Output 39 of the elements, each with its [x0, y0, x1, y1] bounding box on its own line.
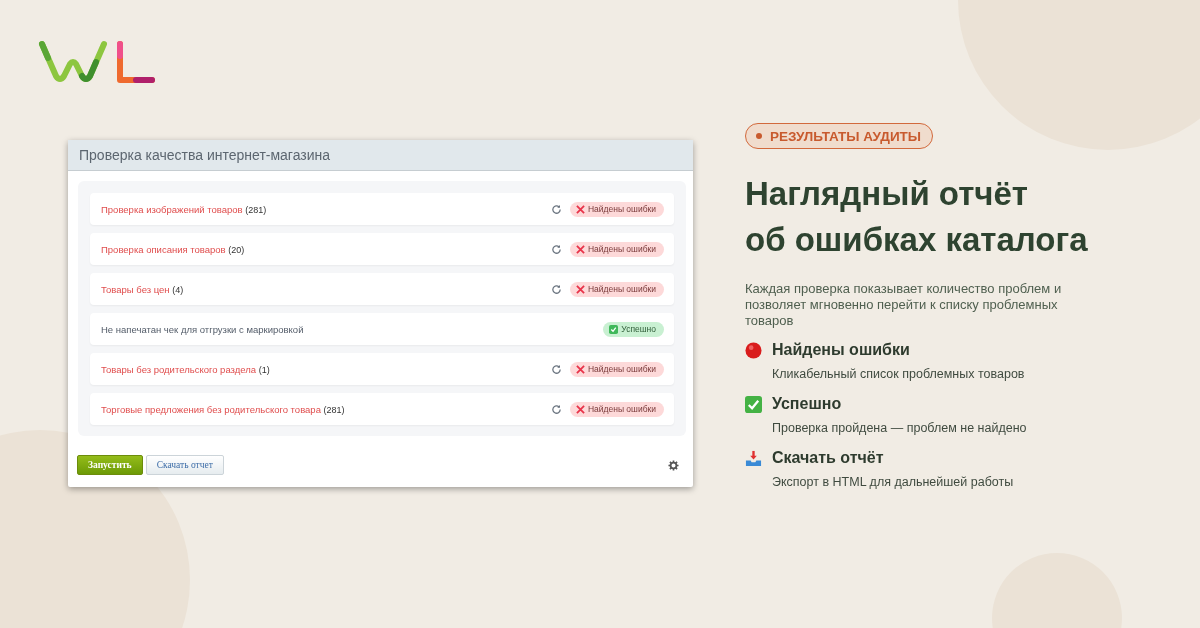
problem-count: (281) [323, 404, 345, 415]
headline: Наглядный отчёт [745, 174, 1029, 214]
badge-label: РЕЗУЛЬТАТЫ АУДИТЫ [770, 128, 922, 144]
problem-count: (20) [228, 244, 245, 255]
success-status-badge: Успешно [603, 321, 664, 337]
settings-icon[interactable] [668, 459, 679, 471]
error-status-badge: Найдены ошибки [569, 401, 664, 417]
legend-title: Найдены ошибки [772, 341, 911, 359]
error-status-badge: Найдены ошибки [569, 201, 664, 217]
problem-count: (1) [258, 364, 270, 375]
headline: об ошибках каталога [745, 220, 1088, 260]
problem-count: (4) [172, 284, 184, 295]
refresh-icon[interactable] [550, 363, 562, 375]
error-status-badge: Найдены ошибки [569, 361, 664, 377]
legend-text: Кликабельный список проблемных товаров [772, 367, 1026, 381]
check-link[interactable]: Проверка изображений товаров [101, 203, 243, 215]
legend-text: Проверка пройдена — проблем не найдено [772, 421, 1027, 435]
check-title: Не напечатан чек для отгрузки с маркировкой [101, 323, 304, 335]
refresh-icon[interactable] [550, 203, 562, 215]
check-link[interactable]: Проверка описания товаров [101, 243, 226, 255]
legend-title: Успешно [772, 395, 843, 413]
refresh-icon[interactable] [550, 403, 562, 415]
error-status-badge: Найдены ошибки [569, 281, 664, 297]
legend-text: Экспорт в HTML для дальнейшей работы [772, 475, 1015, 489]
refresh-icon[interactable] [550, 243, 562, 255]
description: Каждая проверка показывает количество проблем и позволяет мгновенно перейти к списку проблемных товаров [745, 281, 1063, 329]
check-link[interactable]: Торговые предложения без родительского товара [101, 403, 321, 415]
run-button[interactable]: Запустить [77, 455, 143, 475]
error-dot-icon [745, 341, 762, 359]
check-link[interactable]: Товары без родительского раздела [101, 363, 257, 375]
inbox-tray-icon [745, 449, 762, 467]
error-status-badge: Найдены ошибки [569, 241, 664, 257]
check-mark-icon [745, 395, 762, 413]
check-link[interactable]: Товары без цен [101, 283, 170, 295]
refresh-icon[interactable] [550, 283, 562, 295]
problem-count: (281) [245, 204, 267, 215]
legend-title: Скачать отчёт [772, 449, 885, 467]
window-title: Проверка качества интернет-магазина [79, 147, 331, 163]
download-report-button[interactable]: Скачать отчет [145, 455, 224, 475]
